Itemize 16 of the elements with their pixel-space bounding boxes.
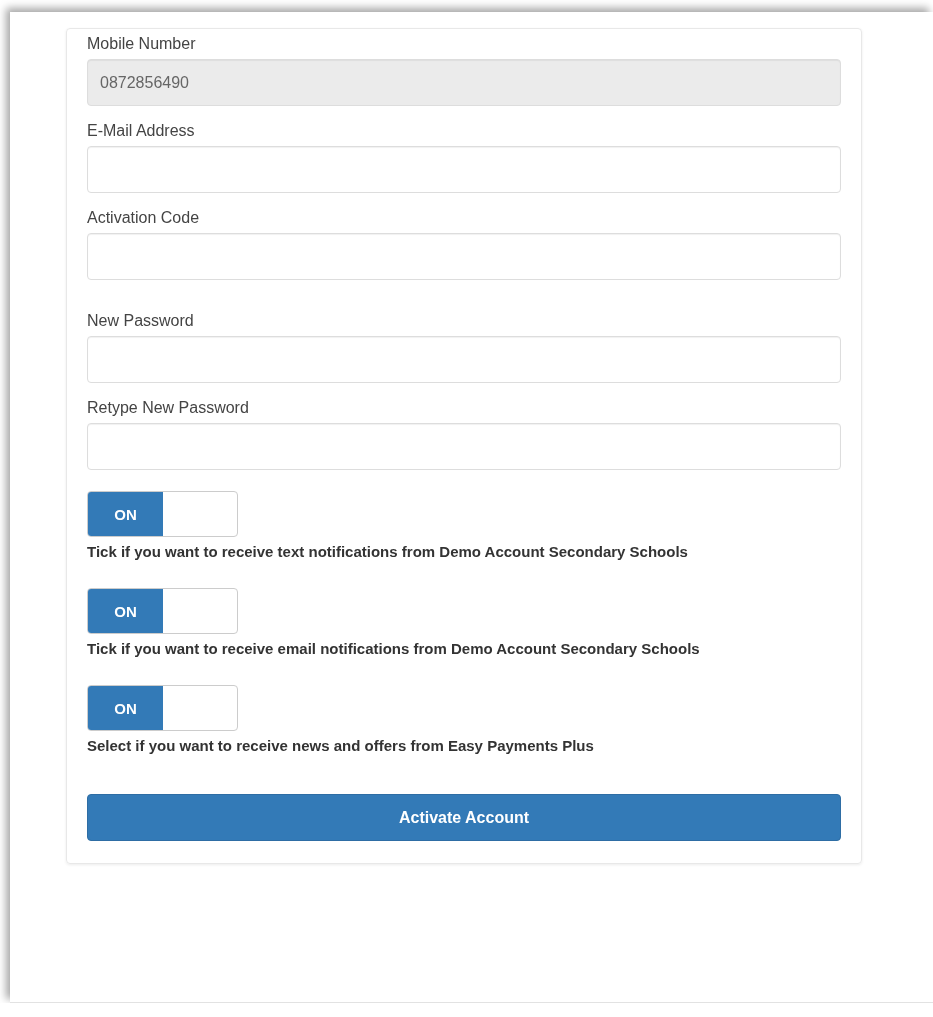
field-label: Retype New Password xyxy=(87,398,250,418)
toggle-switch[interactable]: ON xyxy=(87,588,238,634)
input-field[interactable] xyxy=(87,423,841,470)
activate-account-button[interactable]: Activate Account xyxy=(87,794,841,841)
toggle-switch[interactable]: ON xyxy=(87,685,238,731)
input-field[interactable] xyxy=(87,336,841,383)
input-field[interactable] xyxy=(87,233,841,280)
toggle-description: Tick if you want to receive text notifications from Demo Account Secondary Schools xyxy=(87,542,689,562)
field-label: E-Mail Address xyxy=(87,121,196,141)
toggle-description: Tick if you want to receive email notifications from Demo Account Secondary Schools xyxy=(87,639,701,659)
toggle-switch[interactable]: ON xyxy=(87,491,238,537)
field-label: Mobile Number xyxy=(87,34,197,54)
input-field[interactable] xyxy=(87,146,841,193)
toggle-description: Select if you want to receive news and offers from Easy Payments Plus xyxy=(87,736,595,756)
field-label: Activation Code xyxy=(87,208,201,228)
field-label: New Password xyxy=(87,311,195,331)
